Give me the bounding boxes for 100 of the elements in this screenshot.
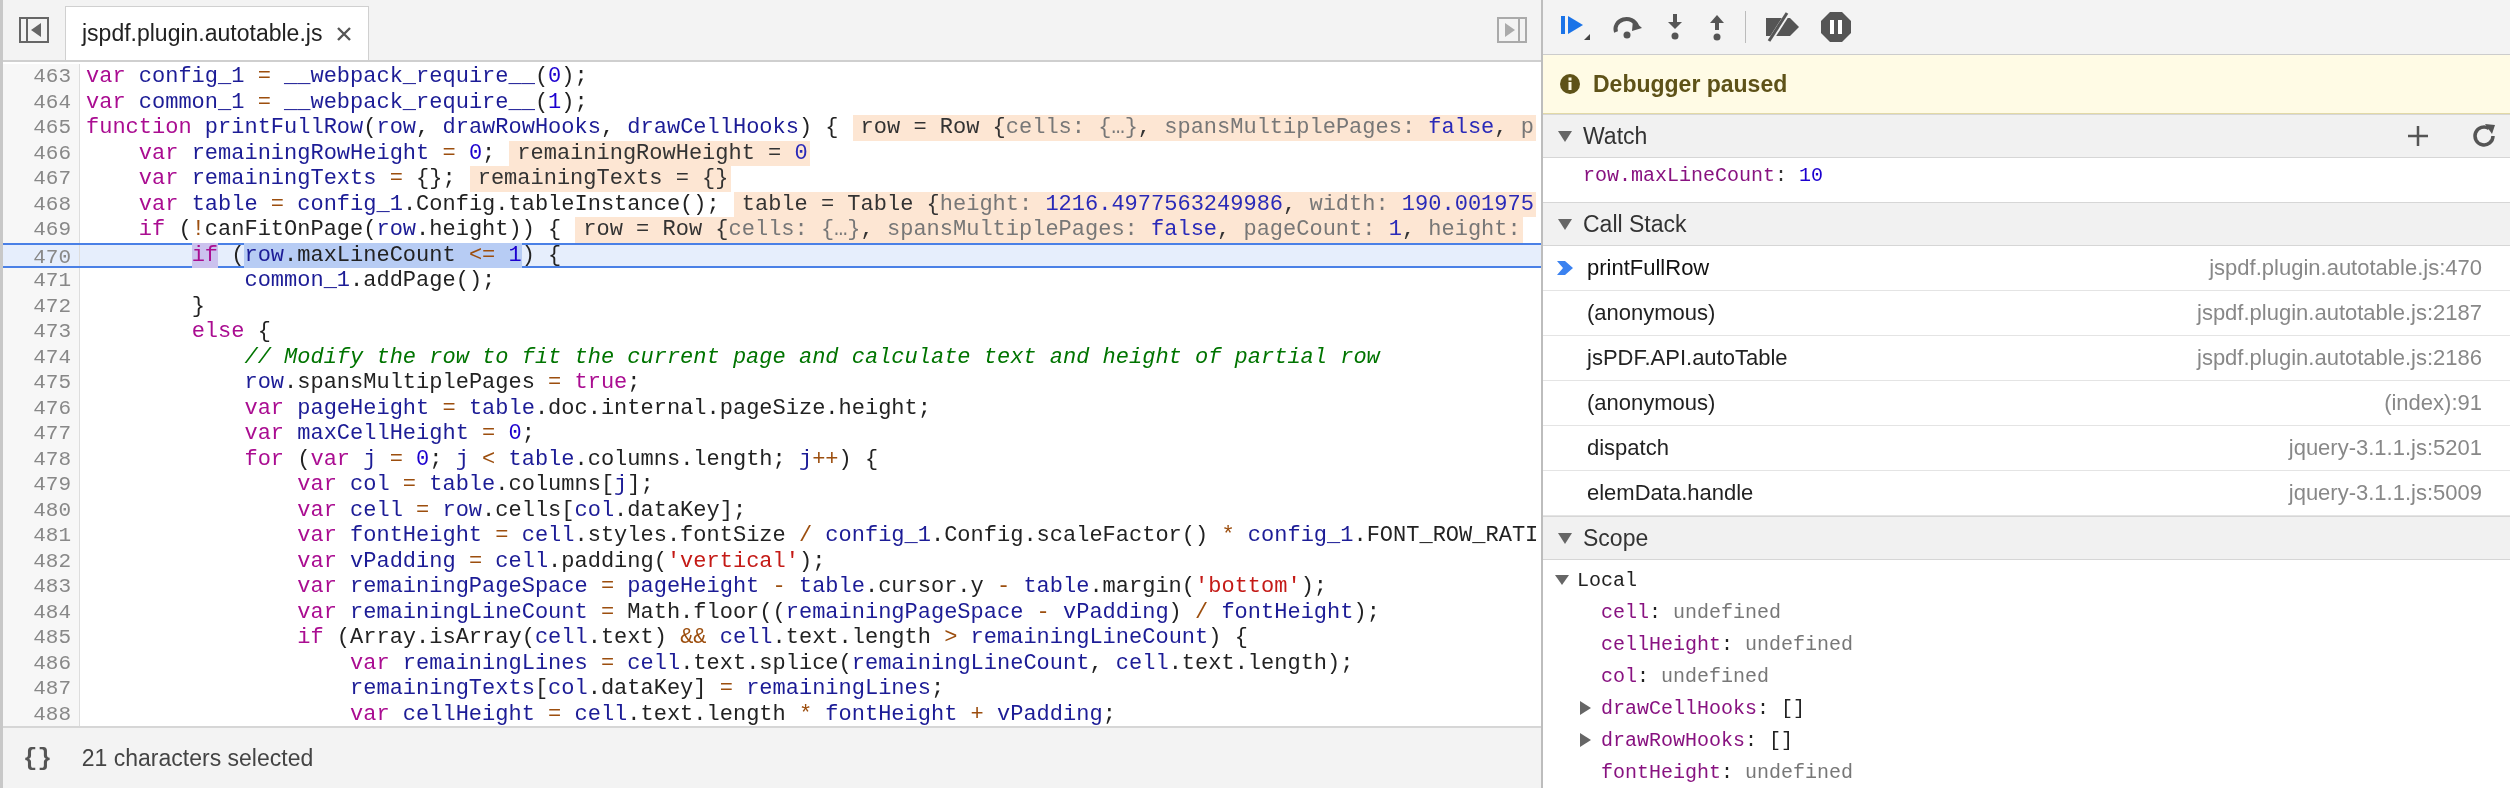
source-location[interactable]: jspdf.plugin.autotable.js:2186 <box>2197 345 2482 371</box>
line-number: 466 <box>3 140 80 166</box>
line-number: 479 <box>3 472 80 498</box>
line-number: 475 <box>3 370 80 396</box>
line-number: 485 <box>3 625 80 651</box>
code-line: var pageHeight = table.doc.internal.pageSize.height; <box>243 395 931 421</box>
scope-variable: fontHeight: undefined <box>1601 760 1854 784</box>
line-number: 473 <box>3 319 80 345</box>
line-number: 486 <box>3 650 80 676</box>
close-icon[interactable] <box>336 25 353 42</box>
refresh-icon[interactable] <box>2470 122 2498 150</box>
code-line: for (var j = 0; j < table.columns.length; j++) { <box>243 446 879 472</box>
call-frame[interactable]: dispatch jquery-3.1.1.js:5201 <box>1543 426 2510 471</box>
line-number: 477 <box>3 421 80 447</box>
code-line: var maxCellHeight = 0; <box>243 421 535 447</box>
file-tab[interactable]: jspdf.plugin.autotable.js <box>65 6 370 60</box>
code-line: var cell = row.cells[col.dataKey]; <box>296 497 747 523</box>
function-name: (anonymous) <box>1587 390 1716 416</box>
code-line: var table = config_1.Config.tableInstance(); <box>137 191 720 217</box>
line-number: 484 <box>3 599 80 625</box>
triangle-icon <box>1557 531 1573 545</box>
scope-variable: col: undefined <box>1601 664 1770 688</box>
section-title: Call Stack <box>1583 210 1687 238</box>
code-line: var common_1 = __webpack_require__(1); <box>85 89 588 115</box>
line-number: 474 <box>3 344 80 370</box>
code-line: var col = table.columns[j]; <box>296 472 654 498</box>
sidebar-toggle-icon <box>19 17 49 43</box>
watch-expression: row.maxLineCount: 10 <box>1583 164 1825 187</box>
function-name: jsPDF.API.autoTable <box>1587 345 1788 371</box>
code-line: // Modify the row to fit the current page and calculate text and height of partial row <box>243 344 1380 370</box>
code-line: if (Array.isArray(cell.text) && cell.text.length > remainingLineCount) { <box>296 625 1248 651</box>
code-line: var vPadding = cell.padding('vertical'); <box>296 548 826 574</box>
section-title: Scope <box>1583 524 1649 552</box>
section-title: Watch <box>1583 122 1648 150</box>
source-location[interactable]: jquery-3.1.1.js:5009 <box>2288 480 2482 506</box>
line-number: 470 <box>3 244 80 266</box>
code-line: var config_1 = __webpack_require__(0); <box>85 64 588 90</box>
call-frame[interactable]: (anonymous) jspdf.plugin.autotable.js:2187 <box>1543 291 2510 336</box>
section-header[interactable]: Scope <box>1543 516 2510 560</box>
scope-variable: drawRowHooks: [] <box>1601 728 1794 752</box>
code-line: if (!canFitOnPage(row.height)) { <box>137 217 562 243</box>
code-line: function printFullRow(row, drawRowHooks, drawCellHooks) { <box>85 115 839 141</box>
line-number: 483 <box>3 574 80 600</box>
code-line: var fontHeight = cell.styles.fontSize / config_1.Config.scaleFactor() * config_1.FONT_ROW_RATI <box>296 523 1539 549</box>
line-number: 471 <box>3 268 80 294</box>
code-line: else { <box>190 319 271 345</box>
line-number: 465 <box>3 115 80 141</box>
status-text: 21 characters selected <box>81 744 314 772</box>
line-number: 480 <box>3 497 80 523</box>
code-line: var remainingRowHeight = 0; <box>137 140 496 166</box>
triangle-icon[interactable] <box>1579 701 1591 715</box>
line-number: 468 <box>3 191 80 217</box>
inline-value: remainingRowHeight = 0 <box>509 140 810 166</box>
triangle-icon[interactable] <box>1579 733 1591 747</box>
code-line: row.spansMultiplePages = true; <box>243 370 641 396</box>
line-number: 476 <box>3 395 80 421</box>
call-frame[interactable]: (anonymous) (index):91 <box>1543 381 2510 426</box>
code-line: if (row.maxLineCount <= 1) { <box>190 242 562 268</box>
triangle-icon <box>1557 217 1573 231</box>
line-number: 463 <box>3 64 80 90</box>
triangle-icon <box>1555 574 1569 586</box>
sidebar-toggle-icon[interactable] <box>1497 17 1527 43</box>
line-number: 482 <box>3 548 80 574</box>
line-number: 488 <box>3 701 80 726</box>
scope-variable: cell: undefined <box>1601 600 1782 624</box>
line-number: 487 <box>3 676 80 702</box>
pause-on-exceptions-button[interactable] <box>1818 9 1854 45</box>
line-number: 464 <box>3 89 80 115</box>
call-frame[interactable]: jsPDF.API.autoTable jspdf.plugin.autotable.js:2186 <box>1543 336 2510 381</box>
inline-value: row = Row {cells: {…}, spansMultiplePages: false, p <box>852 115 1536 141</box>
function-name: dispatch <box>1587 435 1669 461</box>
code-line: var remainingLines = cell.text.splice(remainingLineCount, cell.text.length); <box>349 650 1354 676</box>
scope-variable: cellHeight: undefined <box>1601 632 1854 656</box>
source-location[interactable]: jquery-3.1.1.js:5201 <box>2288 435 2482 461</box>
code-line: var remainingPageSpace = pageHeight - table.cursor.y - table.margin('bottom'); <box>296 574 1328 600</box>
code-line: } <box>190 293 205 319</box>
line-number: 472 <box>3 293 80 319</box>
pretty-print-button[interactable]: {} <box>17 744 58 772</box>
section-header[interactable]: Call Stack <box>1543 202 2510 246</box>
scope-group[interactable]: Local <box>1543 564 2510 596</box>
add-icon[interactable] <box>2406 124 2430 148</box>
source-location[interactable]: jspdf.plugin.autotable.js:2187 <box>2197 300 2482 326</box>
function-name: (anonymous) <box>1587 300 1716 326</box>
function-name: printFullRow <box>1587 255 1710 281</box>
inline-value: remainingTexts = {} <box>469 166 731 192</box>
banner-text: Debugger paused <box>1593 70 1788 98</box>
inline-value: row = Row {cells: {…}, spansMultiplePages: false, pageCount: 1, height: <box>575 217 1523 243</box>
tab-label: jspdf.plugin.autotable.js <box>82 20 323 47</box>
code-line: remainingTexts[col.dataKey] = remainingLines; <box>349 676 945 702</box>
info-icon <box>1559 73 1581 95</box>
call-frame[interactable]: printFullRow jspdf.plugin.autotable.js:470 <box>1543 246 2510 291</box>
line-number: 478 <box>3 446 80 472</box>
line-number: 469 <box>3 217 80 243</box>
source-location[interactable]: (index):91 <box>2384 390 2482 416</box>
source-location[interactable]: jspdf.plugin.autotable.js:470 <box>2209 255 2482 281</box>
line-number: 467 <box>3 166 80 192</box>
inline-value: table = Table {height: 1216.4977563249986, width: 190.001975 <box>733 191 1536 217</box>
code-line: var cellHeight = cell.text.length * fontHeight + vPadding; <box>349 701 1116 726</box>
code-line: var remainingTexts = {}; <box>137 166 456 192</box>
section-header[interactable]: Watch <box>1543 114 2510 158</box>
